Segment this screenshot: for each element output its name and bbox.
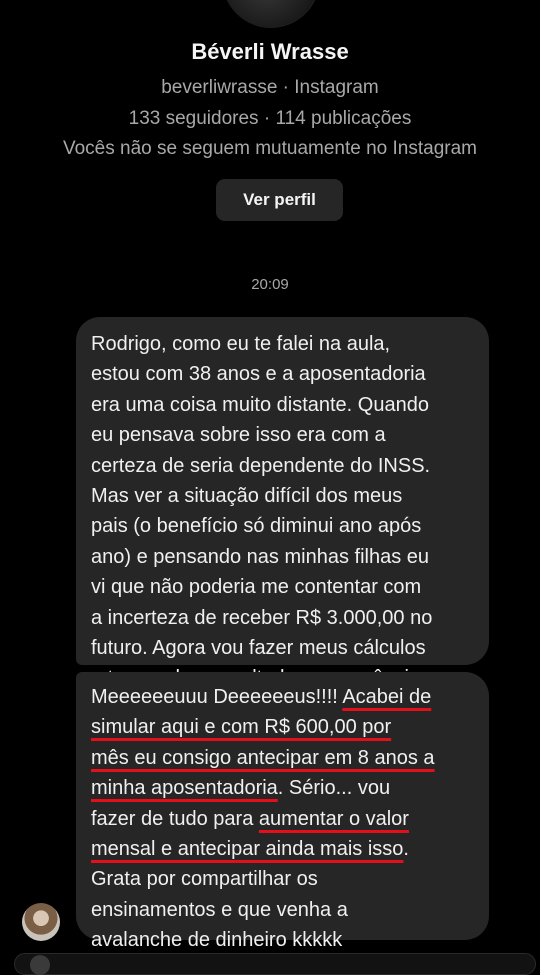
- profile-name: Béverli Wrasse: [191, 39, 349, 64]
- message-line: futuro. Agora vou fazer meus cálculos: [91, 637, 426, 660]
- profile-avatar[interactable]: [222, 0, 320, 28]
- message-line: vi que não poderia me contentar com: [91, 576, 422, 599]
- message-line: certeza de seria dependente do INSS.: [91, 454, 431, 477]
- message-text: . Sério... vou: [277, 777, 391, 800]
- message-bubble-2[interactable]: Meeeeeeuuu Deeeeeeus!!!! Acabei de simul…: [76, 672, 489, 951]
- message-line: pais (o benefício só diminui ano após: [91, 515, 422, 538]
- underlined-text: mês eu consigo antecipar em 8 anos a: [91, 746, 435, 769]
- message-line: simular aqui e com R$ 600,00 por: [91, 712, 474, 742]
- underlined-text: mensal e antecipar ainda mais isso: [91, 838, 404, 861]
- profile-handle: beverliwrasse · Instagram: [161, 77, 379, 98]
- underlined-text: aumentar o valor: [258, 807, 409, 830]
- camera-icon[interactable]: [30, 955, 50, 975]
- message-line: eu pensava sobre isso era com a: [91, 424, 386, 447]
- message-text: .: [403, 838, 409, 861]
- view-profile-button[interactable]: Ver perfil: [216, 179, 343, 221]
- message-line: ano) e pensando nas minhas filhas eu: [91, 545, 430, 568]
- underlined-text: simular aqui e com R$ 600,00 por: [91, 716, 392, 739]
- message-line: Meeeeeeuuu Deeeeeeus!!!! Acabei de: [91, 682, 474, 712]
- profile-mutual-status: Vocês não se seguem mutuamente no Instag…: [62, 138, 478, 159]
- underlined-text: Acabei de: [342, 686, 432, 708]
- message-text: fazer de tudo para: [91, 807, 259, 830]
- profile-stats: 133 seguidores · 114 publicações: [128, 108, 412, 129]
- message-text: Meeeeeeuuu Deeeeeeus!!!!: [91, 686, 343, 708]
- message-line: avalanche de dinheiro kkkkk: [91, 929, 343, 952]
- message-bubble-1[interactable]: Rodrigo, como eu te falei na aula, estou…: [76, 317, 489, 689]
- message-line: Rodrigo, como eu te falei na aula,: [91, 333, 391, 355]
- message-line: minha aposentadoria. Sério... vou: [91, 773, 474, 803]
- message-line: estou com 38 anos e a aposentadoria: [91, 363, 426, 386]
- message-line: a incerteza de receber R$ 3.000,00 no: [91, 606, 433, 629]
- message-line: mensal e antecipar ainda mais isso.: [91, 834, 474, 864]
- message-line: Mas ver a situação difícil dos meus: [91, 485, 403, 508]
- message-line: Grata por compartilhar os: [91, 868, 318, 891]
- underlined-text: minha aposentadoria: [91, 777, 278, 800]
- message-line: ensinamentos e que venha a: [91, 898, 348, 921]
- sender-avatar[interactable]: [22, 903, 60, 941]
- message-line: fazer de tudo para aumentar o valor: [91, 804, 474, 834]
- message-composer[interactable]: [14, 953, 536, 975]
- message-line: mês eu consigo antecipar em 8 anos a: [91, 743, 474, 773]
- message-line: era uma coisa muito distante. Quando: [91, 393, 429, 416]
- message-timestamp: 20:09: [251, 276, 289, 293]
